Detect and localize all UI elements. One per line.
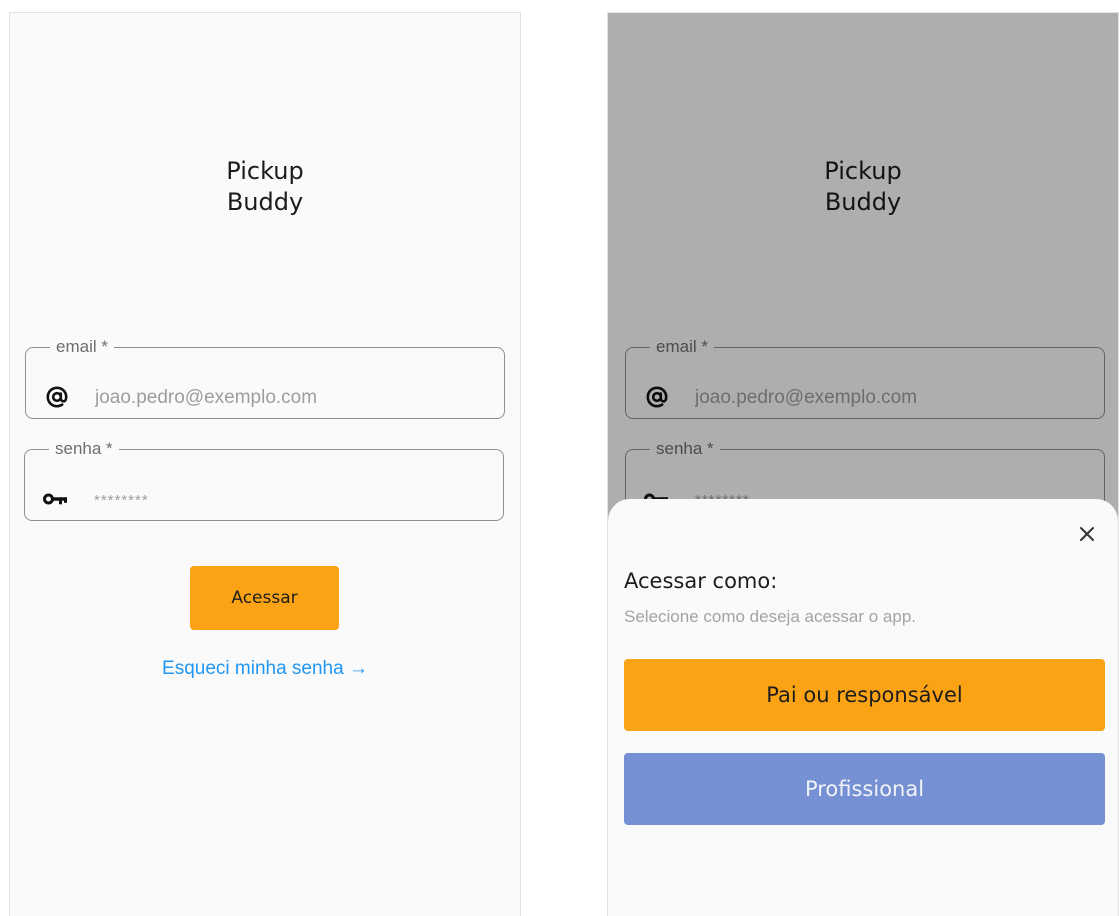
app-title-line2: Buddy — [226, 188, 304, 216]
at-icon — [42, 386, 72, 408]
access-choice-screen: Pickup Buddy email * senha * — [607, 12, 1119, 916]
password-label: senha * — [55, 439, 113, 458]
sheet-title: Acessar como: — [624, 569, 778, 593]
access-bottom-sheet: Acessar como: Selecione como deseja aces… — [608, 499, 1118, 916]
app-title: Pickup Buddy — [10, 156, 520, 218]
forgot-password-link[interactable]: Esqueci minha senha → — [10, 658, 520, 680]
close-icon[interactable] — [1072, 519, 1102, 549]
key-icon — [41, 488, 71, 510]
app-title-line1: Pickup — [226, 157, 304, 185]
sheet-subtitle: Selecione como deseja acessar o app. — [624, 607, 917, 626]
email-label: email * — [56, 337, 108, 356]
parent-access-button[interactable]: Pai ou responsável — [624, 659, 1105, 731]
login-screen: Pickup Buddy email * senha * Acessar Esq… — [9, 12, 521, 916]
professional-access-button[interactable]: Profissional — [624, 753, 1105, 825]
email-field[interactable]: email * — [25, 337, 505, 419]
password-field[interactable]: senha * — [24, 439, 504, 521]
email-input[interactable] — [93, 383, 477, 413]
password-input[interactable] — [92, 485, 476, 515]
login-button[interactable]: Acessar — [190, 566, 339, 630]
